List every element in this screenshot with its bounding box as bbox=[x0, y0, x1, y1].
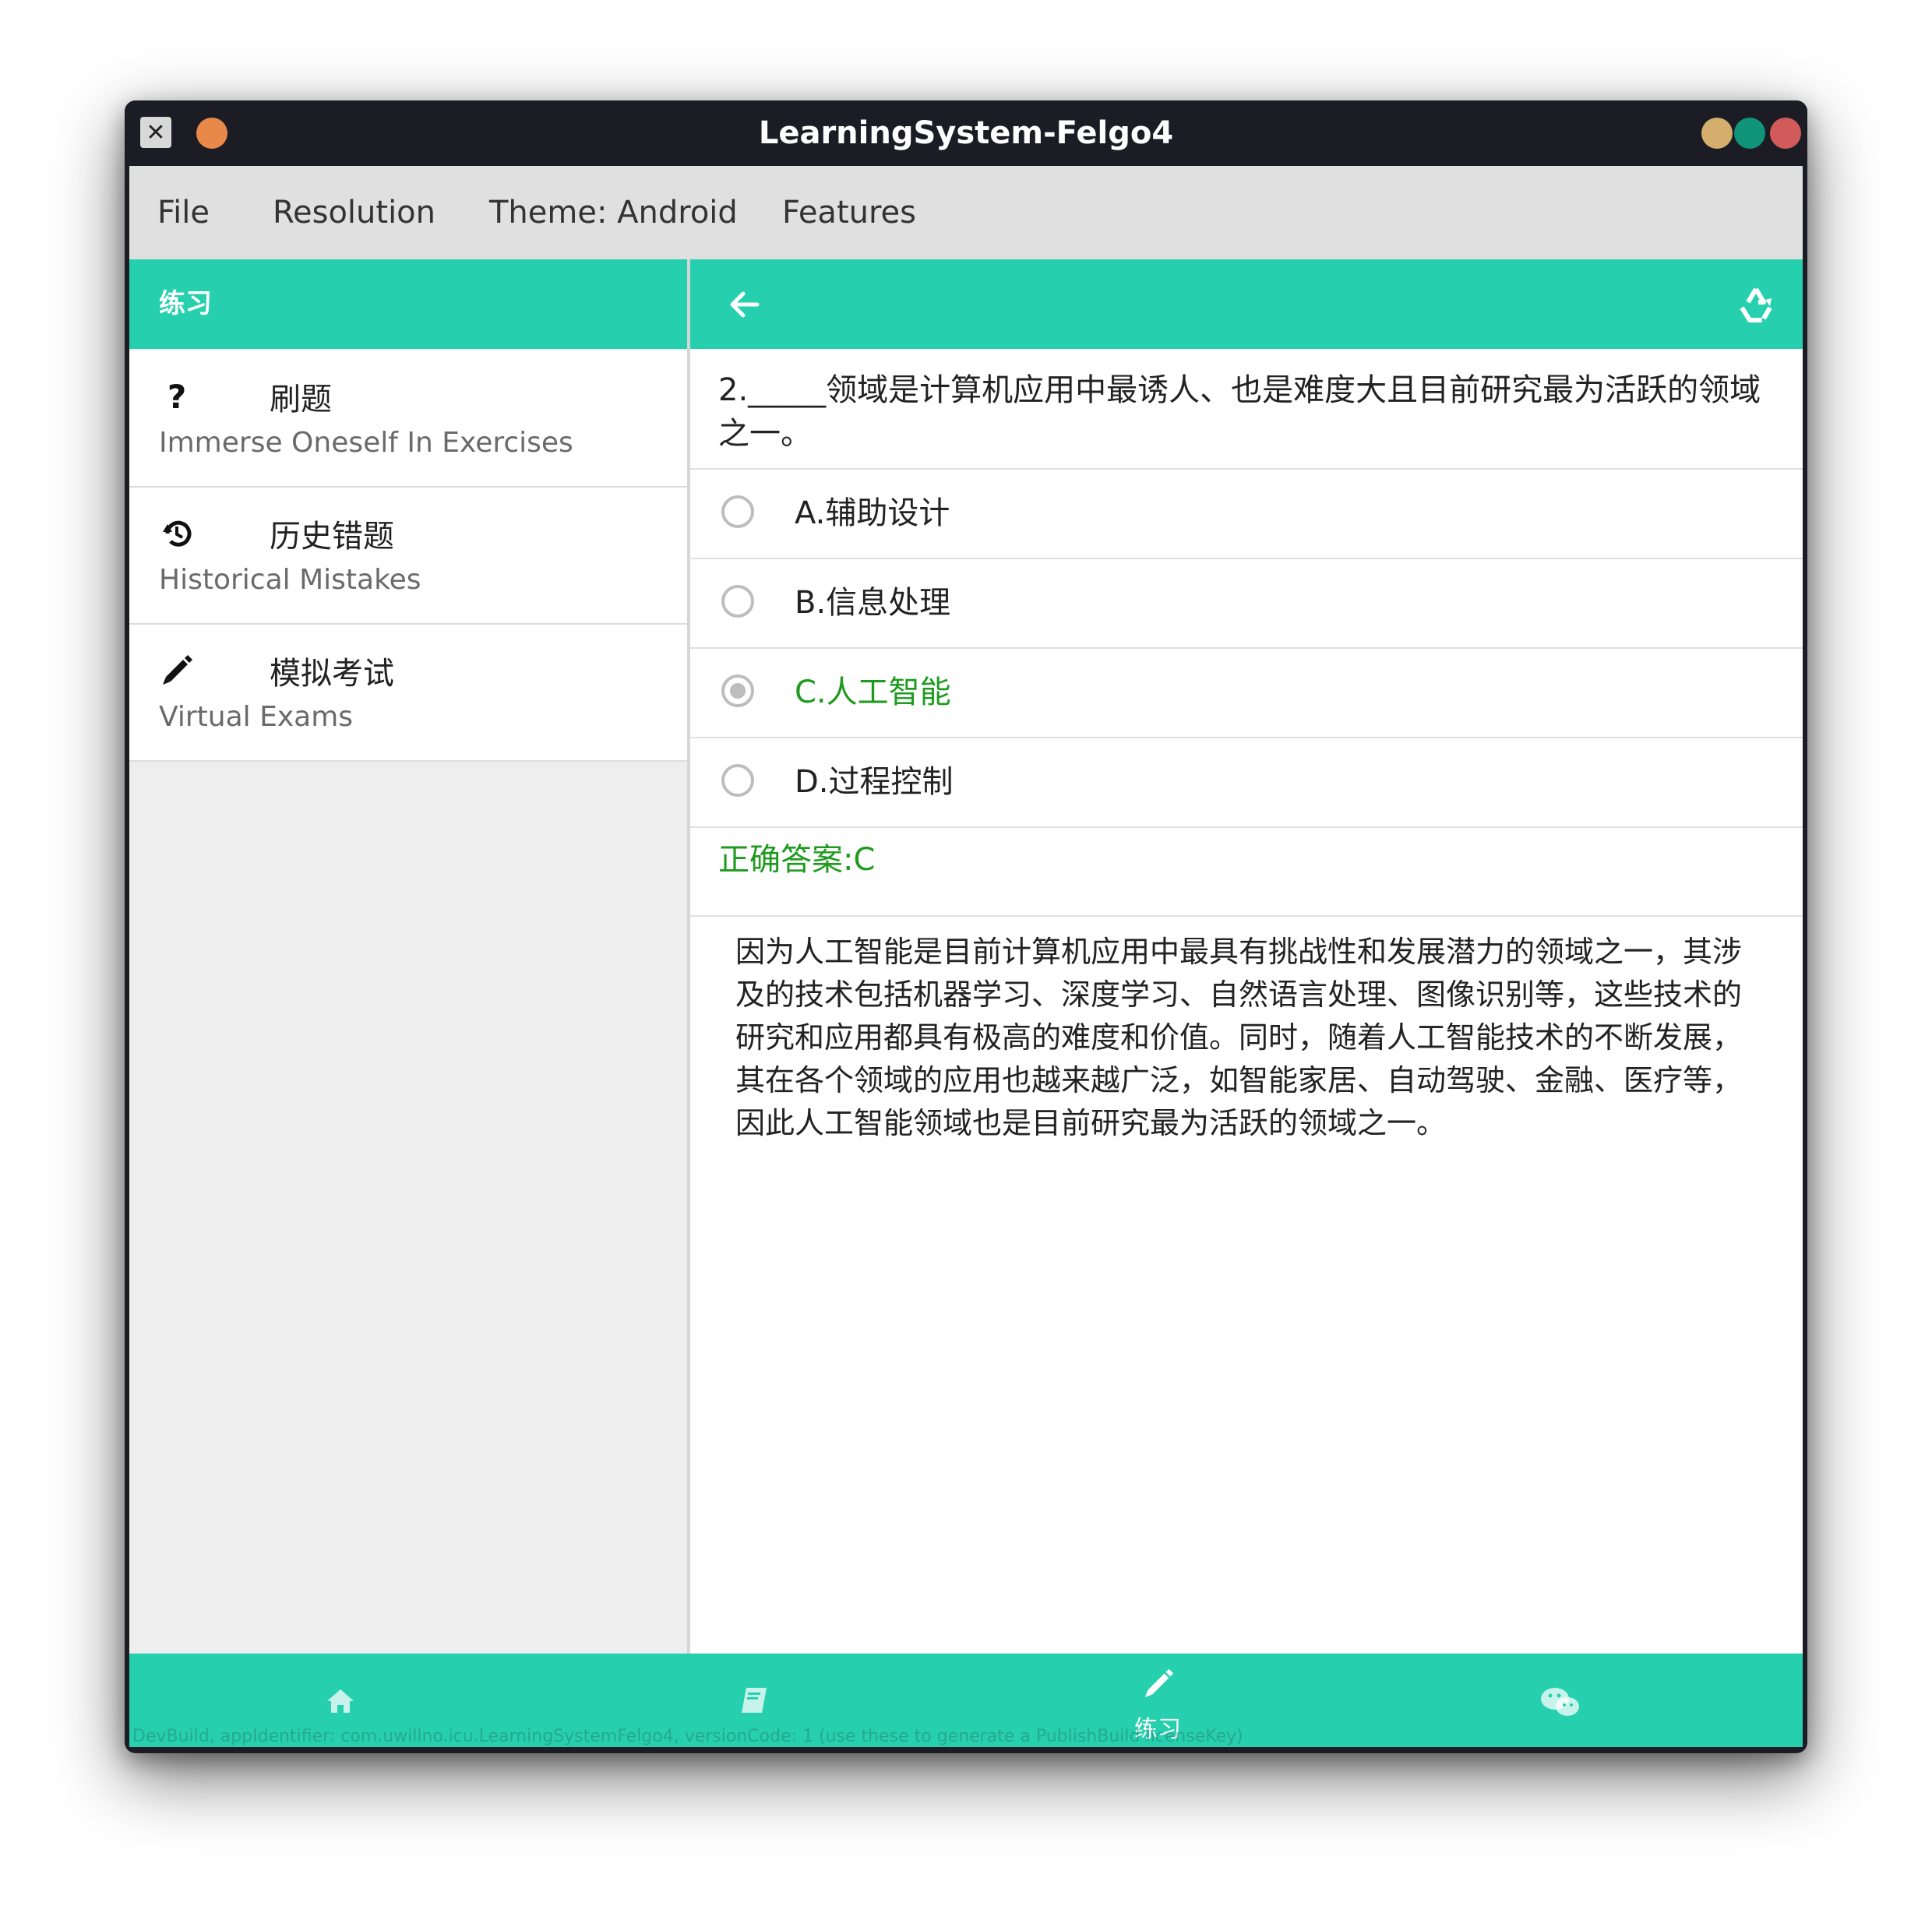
row-subtitle: Historical Mistakes bbox=[159, 564, 421, 596]
question-text: 2._____领域是计算机应用中最诱人、也是难度大且目前研究最为活跃的领域之一。 bbox=[718, 372, 1761, 452]
row-title: 历史错题 bbox=[270, 519, 394, 555]
menu-file[interactable]: File bbox=[157, 166, 210, 259]
bottom-nav: 练习 DevBuild, appIdentifier: com.uwillno.… bbox=[129, 1654, 1803, 1747]
left-pane: 练习 ? 刷题 Immerse Oneself In Exercises 历史错… bbox=[129, 259, 687, 1654]
home-icon bbox=[324, 1685, 357, 1717]
explanation-text: 因为人工智能是目前计算机应用中最具有挑战性和发展潜力的领域之一，其涉及的技术包括… bbox=[735, 935, 1743, 1140]
devbuild-watermark: DevBuild, appIdentifier: com.uwillno.icu… bbox=[132, 1727, 1243, 1746]
option-label: C.人工智能 bbox=[795, 674, 951, 710]
option-c[interactable]: C.人工智能 bbox=[690, 649, 1803, 737]
page-title: 练习 bbox=[159, 288, 212, 319]
menu-features[interactable]: Features bbox=[782, 166, 916, 259]
title-bar: ✕ LearningSystem-Felgo4 bbox=[125, 100, 1807, 166]
row-title: 刷题 bbox=[270, 382, 332, 417]
window-title: LearningSystem-Felgo4 bbox=[758, 115, 1174, 151]
wechat-icon bbox=[1539, 1685, 1581, 1717]
divider bbox=[690, 915, 1803, 917]
option-label: D.过程控制 bbox=[795, 764, 954, 800]
app-window: ✕ LearningSystem-Felgo4 File Resolution … bbox=[125, 100, 1807, 1753]
close-button[interactable] bbox=[1770, 118, 1801, 149]
correct-answer: 正确答案:C bbox=[718, 842, 876, 878]
radio-button[interactable] bbox=[721, 585, 754, 618]
menu-theme[interactable]: Theme: Android bbox=[489, 166, 738, 259]
menu-resolution[interactable]: Resolution bbox=[273, 166, 435, 259]
row-title: 模拟考试 bbox=[270, 656, 394, 692]
right-header bbox=[690, 259, 1803, 349]
menu-row-history[interactable]: 历史错题 Historical Mistakes bbox=[129, 488, 687, 625]
option-d[interactable]: D.过程控制 bbox=[690, 738, 1803, 826]
right-pane: 2._____领域是计算机应用中最诱人、也是难度大且目前研究最为活跃的领域之一。… bbox=[690, 259, 1803, 1654]
menu-row-exam[interactable]: 模拟考试 Virtual Exams bbox=[129, 625, 687, 762]
option-label: A.辅助设计 bbox=[795, 495, 950, 531]
history-icon bbox=[159, 516, 195, 551]
option-b[interactable]: B.信息处理 bbox=[690, 559, 1803, 647]
menu-row-exercise[interactable]: ? 刷题 Immerse Oneself In Exercises bbox=[129, 350, 687, 488]
divider bbox=[690, 826, 1803, 828]
book-icon bbox=[737, 1685, 770, 1717]
menu-bar: File Resolution Theme: Android Features bbox=[129, 166, 1803, 259]
radio-button[interactable] bbox=[721, 764, 754, 797]
nav-wechat[interactable] bbox=[1399, 1654, 1711, 1747]
pencil-icon bbox=[1142, 1668, 1175, 1700]
option-a[interactable]: A.辅助设计 bbox=[690, 470, 1803, 558]
recycle-icon[interactable] bbox=[1733, 281, 1779, 328]
radio-button-selected[interactable] bbox=[721, 674, 754, 707]
back-arrow-icon[interactable] bbox=[721, 281, 768, 328]
left-header: 练习 bbox=[129, 259, 687, 349]
minimize-button[interactable] bbox=[1701, 118, 1733, 149]
row-subtitle: Immerse Oneself In Exercises bbox=[159, 427, 573, 459]
app-content: 练习 ? 刷题 Immerse Oneself In Exercises 历史错… bbox=[129, 259, 1803, 1747]
radio-button[interactable] bbox=[721, 495, 754, 528]
row-subtitle: Virtual Exams bbox=[159, 701, 354, 733]
option-label: B.信息处理 bbox=[795, 585, 951, 621]
question-icon: ? bbox=[167, 377, 187, 416]
maximize-button[interactable] bbox=[1734, 118, 1765, 149]
pencil-icon bbox=[159, 653, 195, 689]
